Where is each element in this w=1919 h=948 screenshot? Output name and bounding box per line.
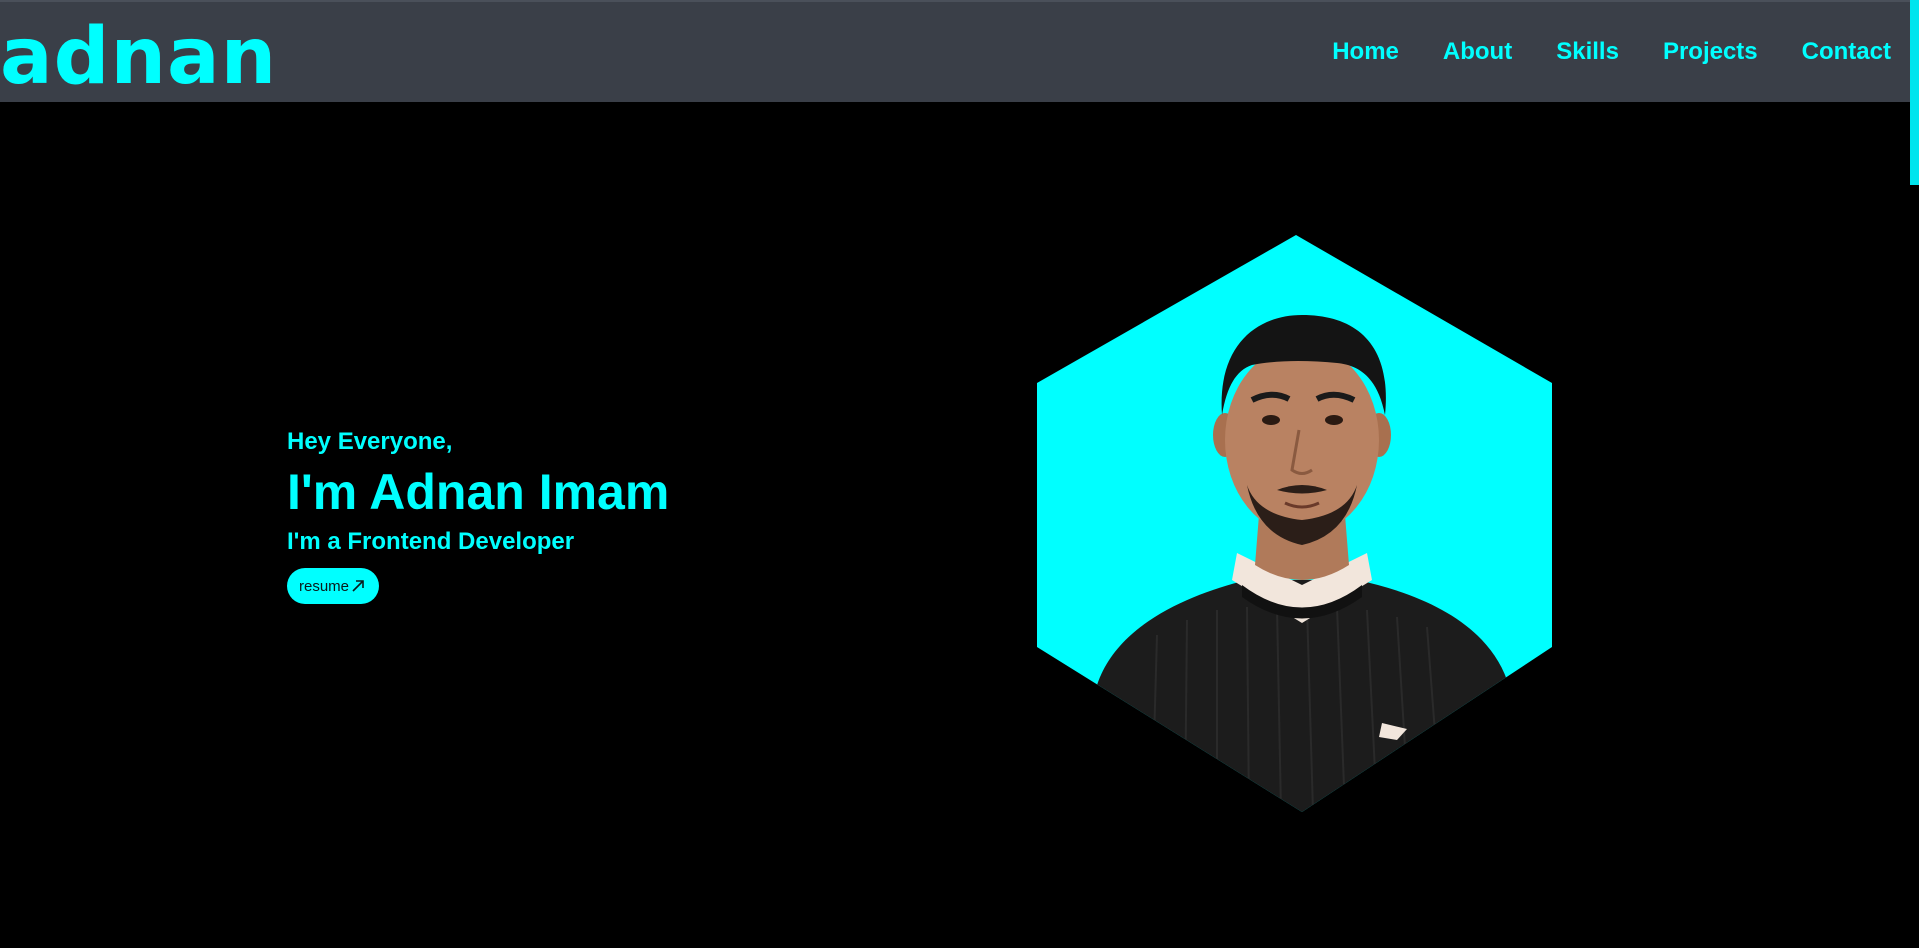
nav-link-projects[interactable]: Projects [1663,38,1758,66]
profile-portrait [1037,235,1552,812]
nav-link-about[interactable]: About [1443,38,1512,66]
hero-role: I'm a Frontend Developer [287,528,575,555]
nav-menu: Home About Skills Projects Contact [1288,2,1891,102]
navbar: adnan Home About Skills Projects Contact [0,0,1910,102]
hero-intro: Hey Everyone, I'm Adnan Imam I'm a Front… [287,420,669,604]
resume-button-label: resume [299,577,350,595]
nav-link-contact[interactable]: Contact [1802,38,1891,66]
site-logo[interactable]: adnan [0,12,277,102]
resume-button[interactable]: resume [287,568,380,604]
nav-link-skills[interactable]: Skills [1556,38,1619,66]
hexagon-portrait-image [1037,235,1552,812]
nav-link-home[interactable]: Home [1332,38,1399,66]
hero-greeting: Hey Everyone, [287,428,453,455]
hero-name: I'm Adnan Imam [287,464,670,520]
arrow-up-right-icon [352,580,364,592]
scrollbar-thumb[interactable] [1910,0,1919,185]
